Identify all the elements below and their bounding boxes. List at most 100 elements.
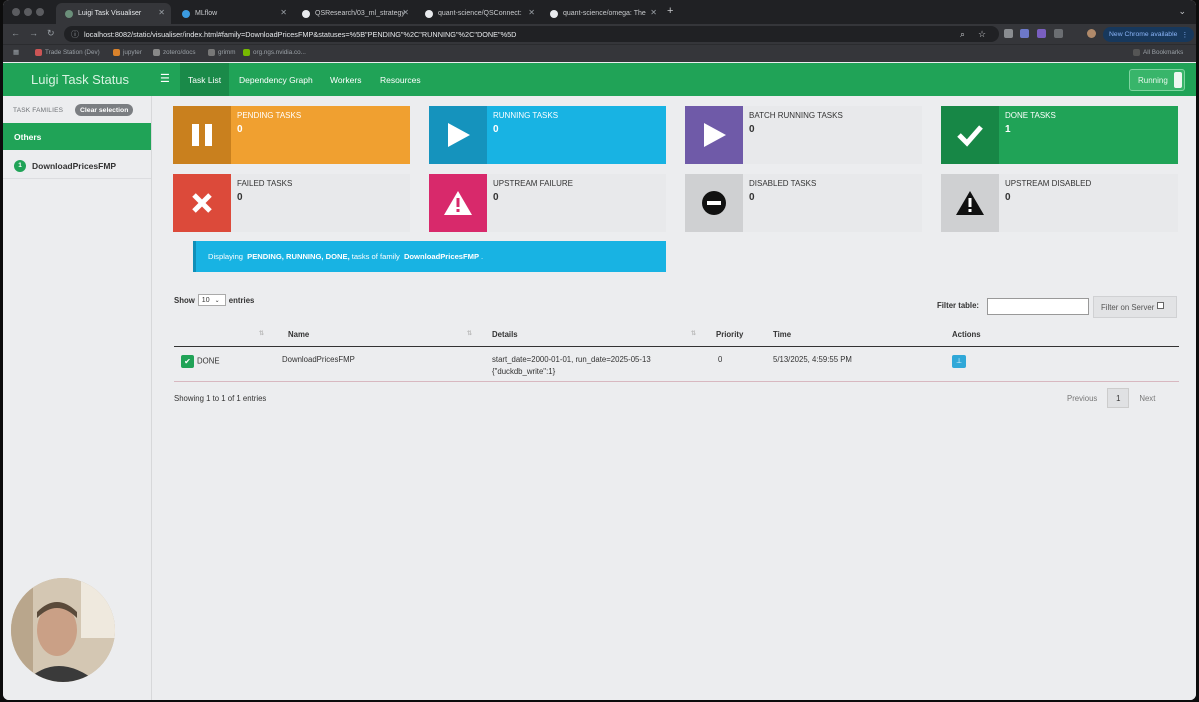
close-tab-icon[interactable]: ✕	[650, 8, 657, 17]
bookmark-item[interactable]: jupyter	[113, 49, 142, 56]
tab-omega[interactable]: quant-science/omega: The ✕	[541, 3, 663, 24]
column-header-name[interactable]: Name ⇅	[274, 324, 482, 347]
bookmark-item[interactable]: Trade Station (Dev)	[35, 49, 100, 56]
close-tab-icon[interactable]: ✕	[158, 8, 165, 17]
luigi-navbar: Luigi Task Status ☰ Task List Dependency…	[3, 63, 1196, 96]
github-favicon-icon	[425, 9, 433, 18]
column-header-status[interactable]: ⇅	[174, 324, 274, 347]
alert-statuses: PENDING, RUNNING, DONE,	[247, 252, 350, 261]
bookmark-favicon-icon	[35, 49, 42, 56]
browser-toolbar: ← → ↻ ⓘ localhost:8082/static/visualiser…	[3, 24, 1196, 44]
clear-selection-button[interactable]: Clear selection	[75, 104, 134, 116]
close-tab-icon[interactable]: ✕	[528, 8, 535, 17]
tab-search-chevron-icon[interactable]: ⌄	[1178, 6, 1186, 17]
task-table: ⇅ Name ⇅ Details ⇅ Priority Time Actions ✔…	[174, 324, 1179, 382]
bookmark-label: zotero/docs	[163, 49, 196, 56]
status-count: 0	[493, 124, 499, 135]
status-box-pending[interactable]: PENDING TASKS 0	[173, 106, 410, 164]
previous-page-button[interactable]: Previous	[1067, 394, 1097, 403]
maximize-window-icon[interactable]	[36, 8, 44, 16]
chevron-down-icon: ⌄	[214, 297, 220, 304]
dependency-graph-icon[interactable]: ⊥	[952, 354, 966, 368]
next-page-button[interactable]: Next	[1139, 394, 1155, 403]
hamburger-menu-icon[interactable]: ☰	[160, 72, 170, 85]
nav-resources[interactable]: Resources	[372, 63, 429, 96]
tab-mlflow[interactable]: MLflow ✕	[173, 3, 293, 24]
close-window-icon[interactable]	[12, 8, 20, 16]
column-header-time[interactable]: Time	[763, 324, 949, 347]
status-label: RUNNING TASKS	[493, 111, 559, 120]
status-text: DONE	[197, 356, 220, 366]
sort-icon: ⇅	[690, 331, 696, 337]
nav-workers[interactable]: Workers	[322, 63, 370, 96]
bookmark-star-icon[interactable]: ☆	[978, 29, 986, 40]
column-header-details[interactable]: Details ⇅	[482, 324, 706, 347]
address-bar[interactable]: ⓘ localhost:8082/static/visualiser/index…	[64, 26, 999, 42]
bookmark-label: Trade Station (Dev)	[45, 49, 100, 56]
extension-icon[interactable]	[1037, 29, 1046, 38]
kebab-menu-icon[interactable]: ⋮	[1181, 31, 1188, 39]
task-families-label: TASK FAMILIES	[13, 107, 64, 114]
toggle-knob	[1174, 72, 1182, 88]
filter-on-server-checkbox[interactable]	[1157, 301, 1165, 309]
alert-family: DownloadPricesFMP	[403, 252, 480, 261]
task-name-cell[interactable]: DownloadPricesFMP	[274, 346, 482, 382]
play-icon	[429, 106, 487, 164]
bookmark-item[interactable]: grimm	[208, 49, 236, 56]
tab-luigi[interactable]: Luigi Task Visualiser ✕	[56, 3, 171, 24]
check-icon: ✔	[181, 354, 194, 368]
page-1-button[interactable]: 1	[1107, 388, 1130, 408]
filter-server-label: Filter on Server	[1101, 302, 1155, 312]
extension-icon[interactable]	[1004, 29, 1013, 38]
status-count: 0	[1005, 192, 1011, 203]
status-box-disabled[interactable]: DISABLED TASKS 0	[685, 174, 922, 232]
filter-table-input[interactable]	[987, 298, 1089, 315]
running-toggle[interactable]: Running	[1129, 69, 1185, 91]
alert-middle: tasks of family	[351, 252, 400, 261]
column-header-priority[interactable]: Priority	[706, 324, 763, 347]
brand-title[interactable]: Luigi Task Status	[31, 72, 129, 87]
status-box-upstream-failure[interactable]: UPSTREAM FAILURE 0	[429, 174, 666, 232]
site-info-icon[interactable]: ⓘ	[71, 29, 79, 40]
extension-icon[interactable]	[1020, 29, 1029, 38]
status-box-upstream-disabled[interactable]: UPSTREAM DISABLED 0	[941, 174, 1178, 232]
status-box-running[interactable]: RUNNING TASKS 0	[429, 106, 666, 164]
bookmark-label: org.ngs.nvidia.co...	[253, 49, 306, 56]
back-icon[interactable]: ←	[11, 28, 20, 38]
tab-qsresearch[interactable]: QSResearch/03_ml_strategy ✕	[293, 3, 415, 24]
nav-task-list[interactable]: Task List	[180, 63, 230, 96]
forward-icon[interactable]: →	[29, 28, 38, 38]
status-box-done[interactable]: DONE TASKS 1	[941, 106, 1178, 164]
all-bookmarks[interactable]: All Bookmarks	[1133, 49, 1183, 56]
table-row[interactable]: ✔ DONE DownloadPricesFMP start_date=2000-…	[174, 346, 1179, 382]
minimize-window-icon[interactable]	[24, 8, 32, 16]
status-box-failed[interactable]: FAILED TASKS 0	[173, 174, 410, 232]
profile-avatar-icon[interactable]	[1087, 29, 1096, 38]
header-label: Actions	[952, 330, 981, 340]
tab-qsconnect[interactable]: quant-science/QSConnect: ✕	[416, 3, 541, 24]
header-label: Name	[288, 330, 310, 340]
sidebar-item-others[interactable]: Others	[3, 123, 151, 150]
tab-label: QSResearch/03_ml_strategy	[315, 10, 405, 17]
sidebar-item-downloadpricesfmp[interactable]: 1 DownloadPricesFMP	[3, 153, 151, 179]
reload-icon[interactable]: ↻	[47, 28, 55, 39]
status-label: BATCH RUNNING TASKS	[749, 111, 843, 120]
bookmark-item[interactable]: org.ngs.nvidia.co...	[243, 49, 306, 56]
close-tab-icon[interactable]: ✕	[402, 8, 409, 17]
new-tab-icon[interactable]: +	[667, 5, 673, 17]
bookmark-favicon-icon	[113, 49, 120, 56]
filter-table-label: Filter table:	[937, 301, 980, 310]
page-length-select[interactable]: 10 ⌄	[197, 294, 226, 306]
zoom-icon[interactable]: ⌕	[960, 29, 965, 40]
close-tab-icon[interactable]: ✕	[280, 8, 287, 17]
status-count: 0	[749, 192, 755, 203]
extensions-puzzle-icon[interactable]	[1054, 29, 1063, 38]
status-box-batch-running[interactable]: BATCH RUNNING TASKS 0	[685, 106, 922, 164]
status-count: 0	[237, 192, 243, 203]
bookmark-item[interactable]: zotero/docs	[153, 49, 196, 56]
nav-dependency-graph[interactable]: Dependency Graph	[231, 63, 321, 96]
update-chrome-button[interactable]: New Chrome available ⋮	[1103, 27, 1195, 42]
apps-grid-icon[interactable]: ▦	[13, 49, 19, 56]
status-count: 0	[749, 124, 755, 135]
filter-on-server-button[interactable]: Filter on Server	[1093, 296, 1177, 318]
